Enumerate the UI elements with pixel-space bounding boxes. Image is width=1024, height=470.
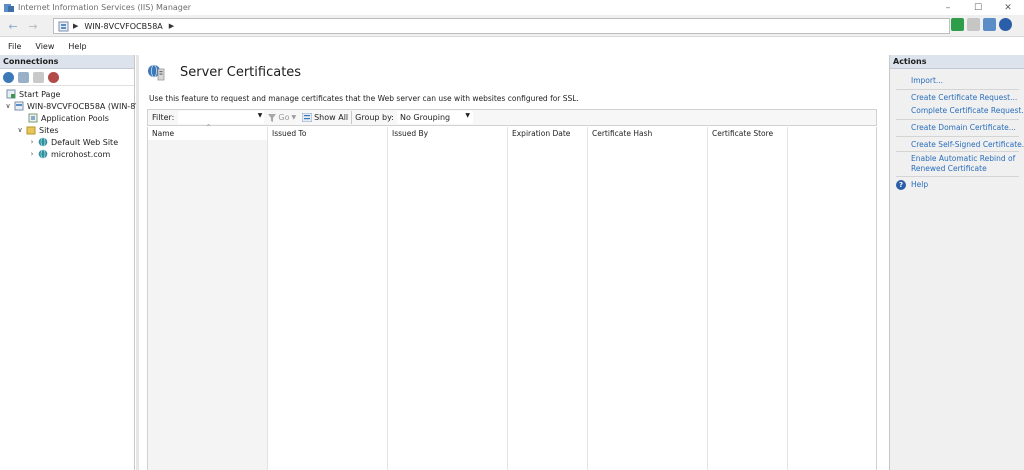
actions-divider — [896, 136, 1019, 137]
go-label: Go — [278, 113, 290, 122]
main-content: Server Certificates Use this feature to … — [139, 55, 888, 470]
tree-item-sites[interactable]: ∨ Sites — [16, 124, 59, 136]
address-bar: ← → ▶ WIN-8VCVFOCB58A ▶ — [0, 15, 1024, 37]
actions-divider — [896, 119, 1019, 120]
start-page-icon — [6, 89, 16, 99]
app-pools-icon — [28, 113, 38, 123]
server-certificates-icon — [148, 64, 165, 81]
iis-app-icon — [4, 3, 14, 12]
group-by-dropdown-icon[interactable]: ▼ — [465, 112, 470, 119]
column-header-issued-to[interactable]: Issued To — [268, 127, 387, 140]
show-all-button[interactable]: Show All — [302, 113, 348, 122]
action-import[interactable]: Import... — [911, 76, 943, 85]
globe-icon — [38, 149, 48, 159]
certificates-grid: Name ^ Issued To Issued By Expiration Da… — [147, 124, 877, 470]
column-header-certificate-store[interactable]: Certificate Store — [708, 127, 787, 140]
tree-label-app-pools: Application Pools — [41, 113, 109, 123]
group-by-select[interactable]: No Grouping ▼ — [396, 111, 473, 124]
group-by-value: No Grouping — [399, 113, 451, 122]
sites-folder-icon — [26, 126, 36, 135]
funnel-icon — [268, 113, 277, 122]
column-certificate-hash: Certificate Hash — [588, 127, 708, 470]
filter-label: Filter: — [152, 113, 175, 122]
feature-description: Use this feature to request and manage c… — [149, 94, 579, 103]
tree-item-microhost[interactable]: › microhost.com — [28, 148, 110, 160]
action-help[interactable]: Help — [911, 180, 928, 189]
action-create-certificate-request[interactable]: Create Certificate Request... — [911, 93, 1017, 102]
column-issued-by: Issued By — [388, 127, 508, 470]
maximize-button[interactable]: ☐ — [963, 0, 993, 15]
menu-file[interactable]: File — [8, 42, 21, 51]
action-create-self-signed-certificate[interactable]: Create Self-Signed Certificate... — [911, 140, 1024, 149]
group-by-label: Group by: — [355, 113, 394, 122]
connections-toolbar — [0, 69, 134, 86]
server-node-icon — [14, 101, 24, 111]
expand-chevron-icon[interactable]: › — [28, 150, 36, 158]
tree-label-default-web-site: Default Web Site — [51, 137, 119, 147]
tree-item-app-pools[interactable]: Application Pools — [28, 112, 109, 124]
show-all-label: Show All — [314, 113, 349, 122]
tree-label-start-page: Start Page — [19, 89, 61, 99]
column-header-issued-by[interactable]: Issued By — [388, 127, 507, 140]
actions-divider — [896, 89, 1019, 90]
stop-icon[interactable] — [967, 18, 980, 31]
menu-bar: File View Help — [0, 38, 1024, 54]
forward-button[interactable]: → — [25, 19, 41, 33]
tree-item-server[interactable]: ∨ WIN-8VCVFOCB58A (WIN-8V — [4, 100, 141, 112]
address-path-box[interactable]: ▶ WIN-8VCVFOCB58A ▶ — [53, 18, 950, 34]
tree-item-start-page[interactable]: Start Page — [6, 88, 60, 100]
action-complete-certificate-request[interactable]: Complete Certificate Request... — [911, 106, 1024, 115]
action-create-domain-certificate[interactable]: Create Domain Certificate... — [911, 123, 1016, 132]
filter-input[interactable]: ▼ — [178, 111, 265, 124]
window-title: Internet Information Services (IIS) Mana… — [18, 3, 192, 12]
close-button[interactable]: ✕ — [993, 0, 1023, 15]
filter-bar: Filter: ▼ Go ▼ Show All Group by: No Gro… — [147, 109, 877, 126]
back-button[interactable]: ← — [5, 19, 21, 33]
connections-panel: Connections Start Page ∨ WIN-8VCVFOCB58A… — [0, 55, 141, 470]
menu-view[interactable]: View — [35, 42, 54, 51]
breadcrumb-chevron-icon[interactable]: ▶ — [169, 22, 174, 30]
actions-panel: Actions Import... Create Certificate Req… — [889, 55, 1024, 470]
tree-label-sites: Sites — [39, 125, 59, 135]
page-title: Server Certificates — [180, 65, 302, 80]
menu-help[interactable]: Help — [68, 42, 86, 51]
filter-dropdown-icon[interactable]: ▼ — [258, 112, 263, 119]
tree-label-microhost: microhost.com — [51, 149, 111, 159]
actions-divider — [896, 151, 1019, 152]
help-icon[interactable]: ? — [896, 180, 906, 190]
column-expiration-date: Expiration Date — [508, 127, 588, 470]
save-icon[interactable] — [18, 71, 29, 83]
connect-icon[interactable] — [3, 71, 14, 83]
breadcrumb-server[interactable]: WIN-8VCVFOCB58A — [84, 22, 162, 31]
refresh-icon[interactable] — [951, 18, 964, 31]
column-issued-to: Issued To — [268, 127, 388, 470]
breadcrumb-separator-icon: ▶ — [73, 22, 79, 30]
minimize-button[interactable]: – — [933, 0, 963, 15]
expand-chevron-icon[interactable]: › — [28, 138, 36, 146]
collapse-chevron-icon[interactable]: ∨ — [4, 102, 12, 110]
sites-collapse-chevron-icon[interactable]: ∨ — [16, 126, 24, 134]
column-name: Name ^ — [148, 124, 268, 470]
actions-header: Actions — [890, 55, 1024, 69]
actions-divider — [896, 176, 1019, 177]
filter-separator — [351, 111, 353, 124]
tree-label-server: WIN-8VCVFOCB58A (WIN-8V — [27, 101, 141, 111]
help-menu-icon[interactable] — [999, 18, 1012, 31]
disconnect-icon[interactable] — [48, 71, 59, 83]
column-header-certificate-hash[interactable]: Certificate Hash — [588, 127, 707, 140]
up-level-icon[interactable] — [33, 71, 44, 83]
column-certificate-store: Certificate Store — [708, 127, 788, 470]
connections-header: Connections — [0, 55, 134, 69]
title-bar: Internet Information Services (IIS) Mana… — [0, 0, 1024, 15]
show-all-icon — [302, 113, 313, 122]
sort-indicator-icon: ^ — [206, 124, 212, 131]
go-button[interactable]: Go ▼ — [268, 113, 296, 122]
action-enable-automatic-rebind[interactable]: Enable Automatic Rebind of Renewed Certi… — [911, 154, 1019, 174]
home-icon[interactable] — [983, 18, 996, 31]
server-icon — [58, 21, 69, 31]
globe-icon — [38, 137, 48, 147]
tree-item-default-web-site[interactable]: › Default Web Site — [28, 136, 118, 148]
go-dropdown-icon[interactable]: ▼ — [291, 114, 296, 121]
column-header-expiration-date[interactable]: Expiration Date — [508, 127, 587, 140]
